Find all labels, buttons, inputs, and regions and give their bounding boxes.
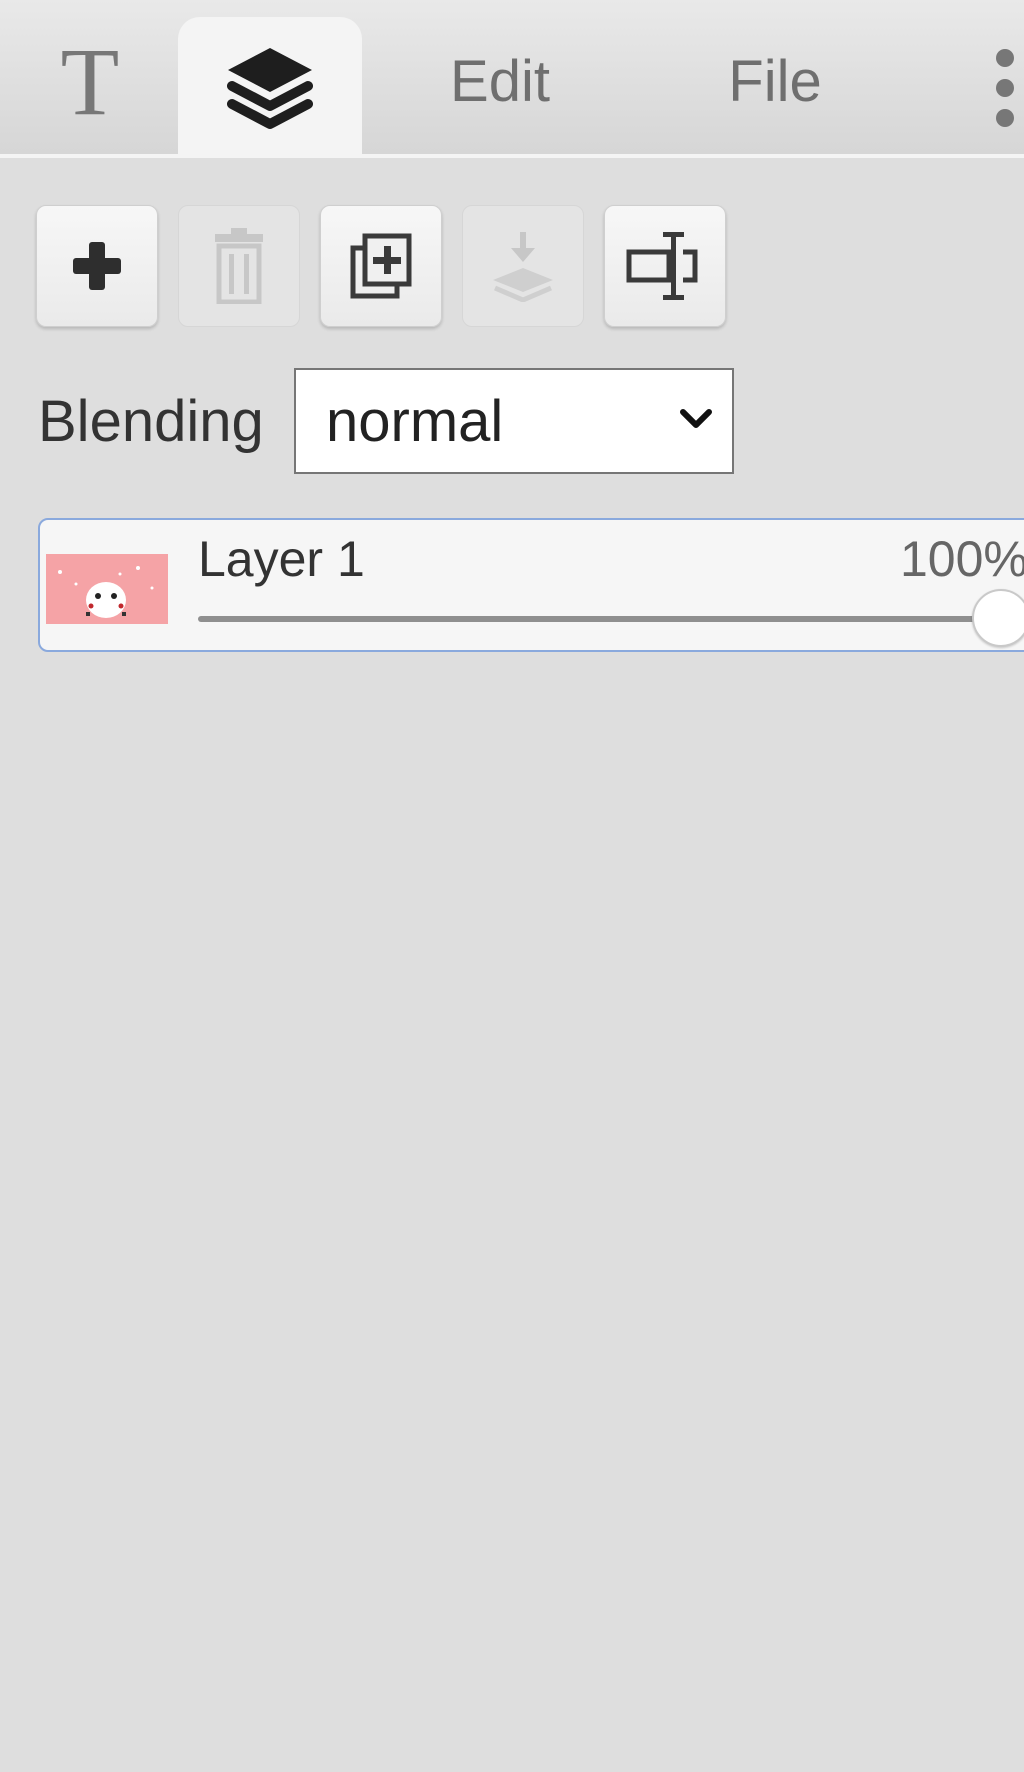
layer-item[interactable]: Layer 1 100% — [38, 518, 1024, 652]
add-layer-button[interactable] — [36, 205, 158, 327]
tab-layers[interactable] — [178, 17, 362, 158]
opacity-slider-track[interactable] — [198, 616, 1024, 622]
more-menu-button[interactable] — [985, 17, 1024, 158]
merge-down-icon — [493, 232, 553, 302]
more-dot — [996, 108, 1014, 127]
layer-opacity-value: 100% — [900, 531, 1024, 587]
tab-edit[interactable]: Edit — [420, 17, 580, 158]
delete-layer-button[interactable] — [178, 205, 300, 327]
more-dot — [996, 78, 1014, 97]
duplicate-icon — [350, 233, 412, 299]
tab-edit-label: Edit — [450, 49, 550, 114]
layer-name: Layer 1 — [198, 531, 365, 587]
rename-layer-button[interactable] — [604, 205, 726, 327]
blending-mode-select[interactable]: normal — [294, 368, 734, 474]
layer-thumbnail-image — [46, 554, 168, 624]
rename-icon — [626, 232, 698, 300]
blending-mode-value: normal — [326, 388, 504, 454]
text-tool-icon: T — [60, 28, 120, 135]
layers-icon — [227, 47, 313, 129]
tab-file-label: File — [728, 49, 822, 114]
layer-thumbnail — [46, 554, 168, 624]
opacity-slider-handle[interactable] — [972, 589, 1024, 647]
tab-file[interactable]: File — [700, 17, 850, 158]
panel-tab-bar: T Edit File — [0, 0, 1024, 158]
chevron-down-icon — [680, 409, 712, 428]
trash-icon — [215, 228, 263, 304]
duplicate-layer-button[interactable] — [320, 205, 442, 327]
tab-text[interactable]: T — [28, 17, 152, 158]
merge-down-button[interactable] — [462, 205, 584, 327]
blending-label: Blending — [38, 389, 264, 454]
plus-icon — [73, 242, 121, 290]
more-dot — [996, 48, 1014, 67]
